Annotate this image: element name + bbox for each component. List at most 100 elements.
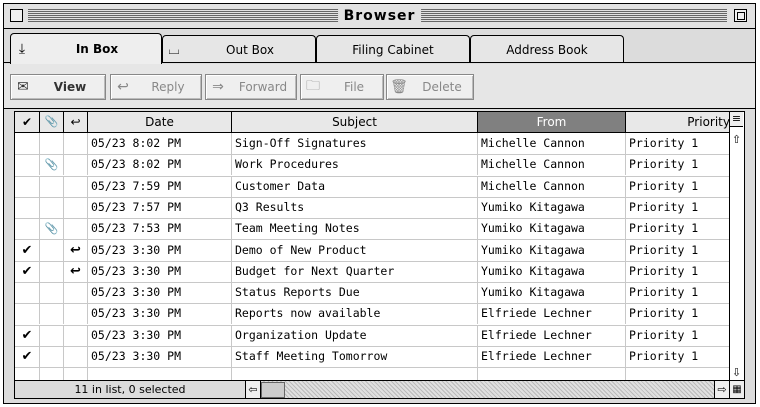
outbox-tray-icon: ⌴ <box>168 41 180 58</box>
browser-window: Browser ⤓ In Box ⌴ Out Box Filing Cabine… <box>3 3 756 404</box>
replied-arrow-icon <box>64 154 88 176</box>
table-row[interactable]: ✔ ↩ 05/23 3:30 PM Budget for Next Quarter Yu… <box>15 260 730 284</box>
cell-empty <box>232 367 478 380</box>
table-header: ✔ 📎 ↩ Date Subject From Priority <box>15 112 730 133</box>
inbox-download-icon: ⤓ <box>18 41 26 57</box>
table-row[interactable]: ✔ 05/23 3:30 PM Organization Update Elfried… <box>15 324 730 347</box>
read-check-icon: ✔ <box>15 239 40 261</box>
attachment-paperclip-icon: 📎 <box>40 154 64 176</box>
scroll-down-arrow-icon[interactable]: ⇩ <box>730 366 743 380</box>
replied-arrow-icon <box>64 175 88 197</box>
file-button[interactable]: 🗀 File <box>300 74 384 100</box>
cell-priority: Priority 1 <box>629 285 699 300</box>
status-text: 11 in list, 0 selected <box>15 381 246 398</box>
view-button[interactable]: ✉ View <box>10 74 106 100</box>
column-sort-icon[interactable]: ≡ <box>730 112 743 127</box>
column-replied[interactable]: ↩ <box>64 112 88 132</box>
view-button-label: View <box>53 80 87 94</box>
cell-subject: Demo of New Product <box>232 239 478 261</box>
replied-arrow-icon <box>64 218 88 240</box>
cell-from: Yumiko Kitagawa <box>478 282 626 304</box>
column-subject[interactable]: Subject <box>232 112 478 132</box>
horizontal-scrollbar[interactable]: ⇦ ⇨ <box>246 381 730 398</box>
column-date[interactable]: Date <box>88 112 232 132</box>
table-row[interactable]: 📎 05/23 8:02 PM Work Procedures Michelle Ca… <box>15 154 730 177</box>
column-from[interactable]: From <box>478 112 626 132</box>
cell-priority: Priority 1 <box>629 221 699 236</box>
cell-from: Elfriede Lechner <box>478 324 626 346</box>
reply-button[interactable]: ↩ Reply <box>110 74 202 100</box>
cell-subject: Customer Data <box>232 175 478 197</box>
table-row[interactable]: 05/23 7:59 PM Customer Data Michelle Canno… <box>15 175 730 198</box>
trash-icon: 🗑 <box>390 79 408 95</box>
window-title: Browser <box>337 6 422 26</box>
read-check-icon <box>15 154 40 176</box>
table-row[interactable]: 05/23 3:30 PM Reports now available Elfrie… <box>15 303 730 326</box>
resize-grow-box[interactable]: ▦ <box>730 381 744 398</box>
vertical-scrollbar[interactable]: ≡ ⇧ ⇩ <box>729 112 744 380</box>
column-attachment[interactable]: 📎 <box>40 112 64 132</box>
tab-address-book[interactable]: Address Book <box>470 35 624 63</box>
cell-priority: Priority 1 <box>629 327 699 342</box>
tab-in-box[interactable]: ⤓ In Box <box>10 33 162 64</box>
cell-from: Yumiko Kitagawa <box>478 218 626 240</box>
cell-priority: Priority 1 <box>629 199 699 214</box>
cell-from: Michelle Cannon <box>478 175 626 197</box>
title-bar[interactable]: Browser <box>4 4 755 29</box>
cell-date: 05/23 3:30 PM <box>88 324 232 346</box>
cell-from: Michelle Cannon <box>478 133 626 154</box>
table-row[interactable]: ✔ ↩ 05/23 3:30 PM Demo of New Product Yumiko… <box>15 239 730 262</box>
table-row[interactable]: 05/23 3:30 PM Status Reports Due Yumiko Ki… <box>15 282 730 305</box>
cell-date: 05/23 8:02 PM <box>88 133 232 154</box>
read-check-icon <box>15 282 40 304</box>
cell-subject: Q3 Results <box>232 196 478 218</box>
cell-empty <box>478 367 626 380</box>
attachment-paperclip-icon <box>40 175 64 197</box>
cell-from: Michelle Cannon <box>478 154 626 176</box>
table-row[interactable]: 05/23 8:02 PM Sign-Off Signatures Michelle… <box>15 133 730 156</box>
tab-label: In Box <box>75 42 119 56</box>
table-row[interactable]: 05/23 7:57 PM Q3 Results Yumiko Kitagawa Pr… <box>15 196 730 220</box>
cell-subject: Work Procedures <box>232 154 478 176</box>
cell-date: 05/23 7:59 PM <box>88 175 232 197</box>
close-box[interactable] <box>10 9 23 22</box>
cell-priority: Priority 1 <box>629 136 699 150</box>
cell-priority: Priority 1 <box>629 263 699 278</box>
scroll-up-arrow-icon[interactable]: ⇧ <box>730 133 743 147</box>
replied-arrow-icon <box>64 346 88 367</box>
toolbar: ✉ View ↩ Reply ⇒ Forward 🗀 File 🗑 Delete <box>4 64 755 109</box>
cell-date: 05/23 3:30 PM <box>88 282 232 304</box>
forward-button[interactable]: ⇒ Forward <box>205 74 297 100</box>
scroll-thumb[interactable] <box>261 382 285 398</box>
tab-filing-cabinet[interactable]: Filing Cabinet <box>316 35 470 63</box>
cell-priority: Priority 1 <box>629 178 699 193</box>
attachment-paperclip-icon: 📎 <box>40 218 64 240</box>
attachment-paperclip-icon <box>40 346 64 367</box>
scroll-right-arrow-icon[interactable]: ⇨ <box>714 381 730 398</box>
zoom-box[interactable] <box>734 9 747 22</box>
replied-arrow-icon <box>64 282 88 304</box>
tab-out-box[interactable]: ⌴ Out Box <box>162 35 316 63</box>
column-read-status[interactable]: ✔ <box>15 112 40 132</box>
delete-button[interactable]: 🗑 Delete <box>386 74 474 100</box>
table-row[interactable]: 📎 05/23 7:53 PM Team Meeting Notes Yumiko K… <box>15 218 730 241</box>
replied-arrow-icon: ↩ <box>64 260 88 282</box>
attachment-paperclip-icon <box>40 133 64 154</box>
tab-bar: ⤓ In Box ⌴ Out Box Filing Cabinet Addres… <box>4 29 755 64</box>
cell-empty <box>88 367 232 380</box>
scroll-left-arrow-icon[interactable]: ⇦ <box>246 381 261 398</box>
column-priority[interactable]: Priority <box>626 112 732 132</box>
cell-priority: Priority 1 <box>629 349 699 363</box>
view-envelope-icon: ✉ <box>17 79 29 95</box>
cell-empty <box>64 367 88 380</box>
cell-date: 05/23 8:02 PM <box>88 154 232 176</box>
cell-from: Yumiko Kitagawa <box>478 196 626 218</box>
cell-date: 05/23 7:57 PM <box>88 196 232 218</box>
cell-date: 05/23 3:30 PM <box>88 239 232 261</box>
attachment-paperclip-icon <box>40 196 64 218</box>
attachment-paperclip-icon <box>40 239 64 261</box>
replied-arrow-icon <box>64 133 88 154</box>
read-check-icon <box>15 303 40 325</box>
attachment-paperclip-icon <box>40 260 64 282</box>
table-row[interactable]: ✔ 05/23 3:30 PM Staff Meeting Tomorrow Elfr… <box>15 346 730 369</box>
